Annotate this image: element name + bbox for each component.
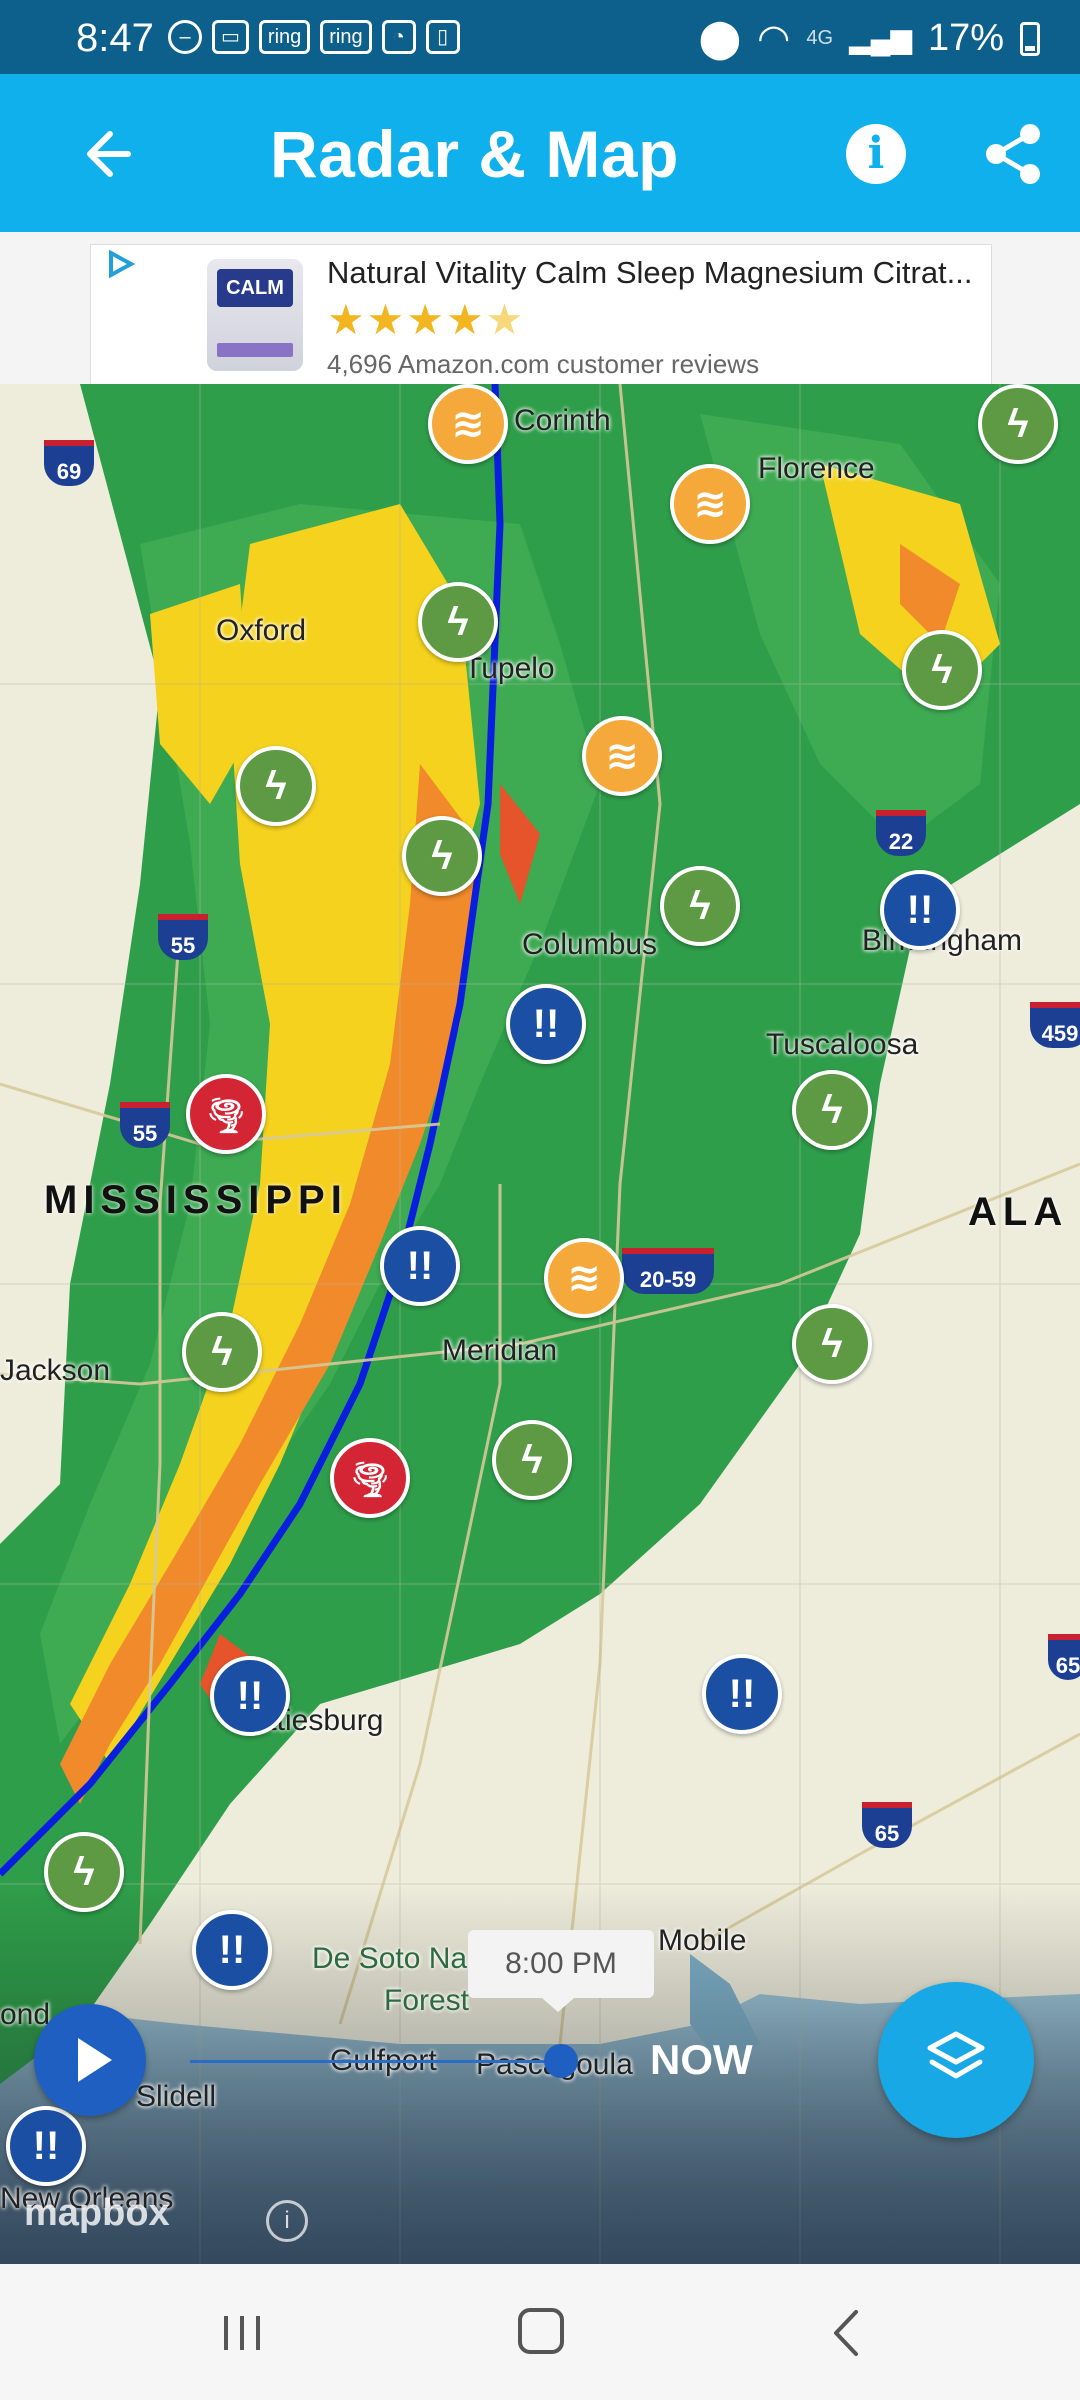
ring-notification-icon: ring xyxy=(320,20,372,54)
timeline-track[interactable] xyxy=(190,2060,560,2063)
flood-alert-marker[interactable]: !! xyxy=(880,870,960,950)
tornado-alert-marker[interactable]: 🌪 xyxy=(186,1074,266,1154)
play-button[interactable] xyxy=(34,2004,146,2116)
back-arrow-icon[interactable] xyxy=(80,124,144,184)
app-bar: Radar & Map i xyxy=(0,74,1080,232)
ad-title: Natural Vitality Calm Sleep Magnesium Ci… xyxy=(327,255,973,290)
city-label-forest: Forest xyxy=(384,1984,470,2017)
layers-button[interactable] xyxy=(878,1982,1034,2138)
flood-alert-marker[interactable]: !! xyxy=(506,984,586,1064)
interstate-69-shield: 69 xyxy=(44,440,94,486)
state-label-mississippi: MISSISSIPPI xyxy=(44,1178,348,1222)
interstate-65-shield: 65 xyxy=(1048,1634,1080,1680)
interstate-459-shield: 459 xyxy=(1030,1002,1080,1048)
info-icon[interactable]: i xyxy=(846,124,906,184)
timeline-scrubber-handle[interactable] xyxy=(544,2044,578,2078)
status-right: ⬤ ◠ 4G ▂▄▆ 17% xyxy=(699,16,1040,61)
rating-stars: ★★★★★ xyxy=(327,296,526,343)
attribution-info-icon[interactable]: i xyxy=(266,2200,308,2242)
location-icon: ⬤ xyxy=(698,18,742,60)
interstate-65-shield: 65 xyxy=(862,1802,912,1848)
city-label-tuscaloosa: Tuscaloosa xyxy=(766,1028,919,1061)
flood-alert-marker[interactable]: !! xyxy=(380,1226,460,1306)
city-label-meridian: Meridian xyxy=(442,1334,558,1367)
flood-alert-marker[interactable]: !! xyxy=(192,1910,272,1990)
mapbox-logo: mapbox xyxy=(24,2192,170,2234)
status-bar: 8:47 – ▭ ring ring ◔ ▯ ⬤ ◠ 4G ▂▄▆ 17% xyxy=(0,0,1080,74)
wind-alert-marker[interactable]: ≋ xyxy=(582,716,662,796)
city-label-oxford: Oxford xyxy=(216,614,307,647)
thunderstorm-alert-marker[interactable]: ϟ xyxy=(44,1832,124,1912)
timeline-now-label: NOW xyxy=(650,2036,753,2083)
thunderstorm-alert-marker[interactable]: ϟ xyxy=(492,1420,572,1500)
thunderstorm-alert-marker[interactable]: ϟ xyxy=(182,1312,262,1392)
battery-percent: 17% xyxy=(927,17,1004,59)
nav-back-icon[interactable] xyxy=(826,2308,866,2358)
city-label-florence: Florence xyxy=(758,452,875,485)
ring-notification-icon: ring xyxy=(258,20,311,54)
flood-alert-marker[interactable]: !! xyxy=(702,1654,782,1734)
network-type: 4G xyxy=(806,27,834,49)
wind-alert-marker[interactable]: ≋ xyxy=(670,464,750,544)
phone-icon: ▯ xyxy=(425,20,460,54)
tornado-alert-marker[interactable]: 🌪 xyxy=(330,1438,410,1518)
city-label-slidell: Slidell xyxy=(136,2080,217,2113)
message-icon: ▭ xyxy=(212,20,249,54)
city-label-mobile: Mobile xyxy=(658,1924,747,1957)
city-label-corinth: Corinth xyxy=(514,404,611,437)
city-label-tupelo: Tupelo xyxy=(464,652,555,685)
thunderstorm-alert-marker[interactable]: ϟ xyxy=(236,746,316,826)
interstate-55-shield: 55 xyxy=(120,1102,170,1148)
page-title: Radar & Map xyxy=(270,117,679,191)
state-label-alabama: ALA xyxy=(968,1190,1069,1234)
ad-banner[interactable]: CALM Natural Vitality Calm Sleep Magnesi… xyxy=(90,244,992,386)
battery-icon xyxy=(1020,21,1040,56)
flood-alert-marker[interactable]: !! xyxy=(210,1656,290,1736)
wind-alert-marker[interactable]: ≋ xyxy=(428,384,508,464)
product-image: CALM xyxy=(207,259,303,371)
system-nav-bar xyxy=(0,2264,1080,2400)
layers-icon xyxy=(927,2031,985,2079)
thunderstorm-alert-marker[interactable]: ϟ xyxy=(660,866,740,946)
dnd-icon: – xyxy=(168,20,202,54)
notification-icons: – ▭ ring ring ◔ ▯ xyxy=(168,20,460,54)
thunderstorm-alert-marker[interactable]: ϟ xyxy=(978,384,1058,464)
timeline-time-tooltip: 8:00 PM xyxy=(468,1930,654,2012)
recent-apps-icon[interactable] xyxy=(220,2314,264,2352)
signal-icon: ▂▄▆ xyxy=(849,23,912,54)
adchoices-icon[interactable] xyxy=(105,249,135,279)
status-time: 8:47 xyxy=(76,16,154,60)
share-icon[interactable] xyxy=(982,122,1046,186)
ad-reviews: 4,696 Amazon.com customer reviews xyxy=(327,349,760,379)
thunderstorm-alert-marker[interactable]: ϟ xyxy=(418,582,498,662)
thunderstorm-alert-marker[interactable]: ϟ xyxy=(792,1304,872,1384)
thunderstorm-alert-marker[interactable]: ϟ xyxy=(902,630,982,710)
city-label-columbus: Columbus xyxy=(522,928,658,961)
city-label-pond: ond xyxy=(0,1998,51,2031)
interstate-55-shield: 55 xyxy=(158,914,208,960)
thunderstorm-alert-marker[interactable]: ϟ xyxy=(792,1070,872,1150)
wind-alert-marker[interactable]: ≋ xyxy=(544,1238,624,1318)
city-label-desoto: De Soto Na xyxy=(312,1942,468,1975)
wifi-icon: ◠ xyxy=(757,18,791,60)
flood-alert-marker[interactable]: !! xyxy=(6,2106,86,2186)
app-notification-icon: ◔ xyxy=(381,20,416,54)
interstate-20-59-shield: 20-59 xyxy=(622,1248,714,1294)
thunderstorm-alert-marker[interactable]: ϟ xyxy=(402,816,482,896)
ad-banner-area: CALM Natural Vitality Calm Sleep Magnesi… xyxy=(0,232,1080,386)
city-label-jackson: Jackson xyxy=(0,1354,111,1387)
home-icon[interactable] xyxy=(518,2308,564,2354)
interstate-22-shield: 22 xyxy=(876,810,926,856)
